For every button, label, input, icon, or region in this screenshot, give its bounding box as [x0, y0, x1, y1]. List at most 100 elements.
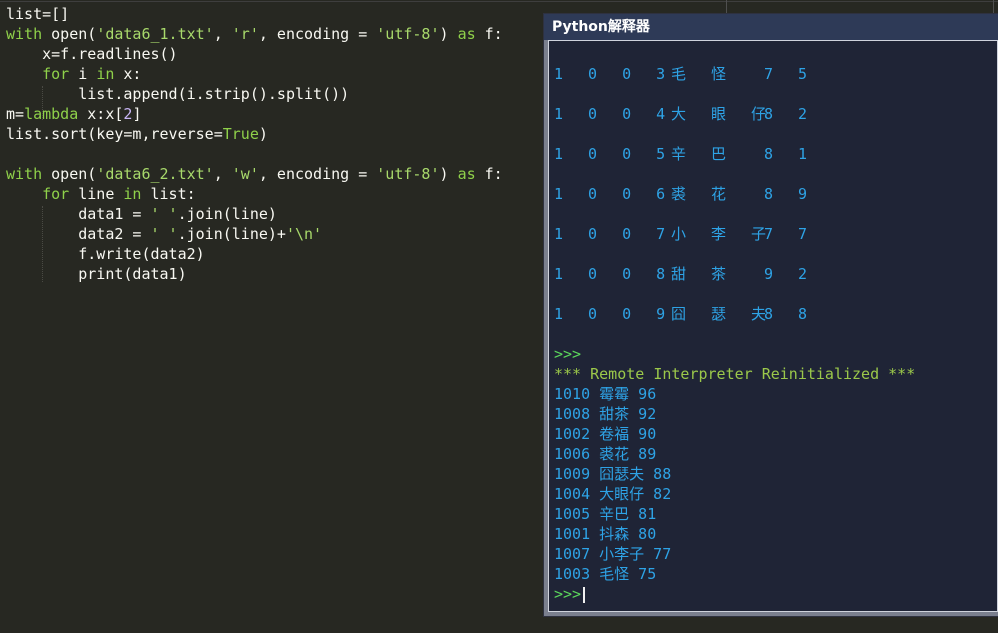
row-field: 8 8 — [764, 305, 816, 323]
row-field: 1 0 0 7 — [554, 225, 674, 243]
code-token: open( — [51, 165, 97, 183]
editor-divider-right — [993, 0, 994, 14]
spaced-output-row: 1 0 0 4大 眼 仔8 2 — [554, 104, 994, 124]
output-line: 1004 大眼仔 82 — [554, 485, 672, 503]
code-line[interactable]: x=f.readlines() — [6, 44, 178, 64]
code-line[interactable]: list.append(i.strip().split()) — [6, 84, 349, 104]
prompt-symbol: >>> — [554, 585, 582, 603]
code-token: ) — [439, 25, 458, 43]
code-line[interactable]: f.write(data2) — [6, 244, 205, 264]
output-line: 1001 抖森 80 — [554, 525, 657, 543]
code-token: x=f.readlines() — [6, 45, 178, 63]
code-token: as — [457, 25, 485, 43]
row-field: 甜 茶 — [671, 265, 735, 283]
spaced-output-row: 1 0 0 9囧 瑟 夫8 8 — [554, 304, 994, 324]
code-token: .join(line) — [177, 205, 277, 223]
code-line[interactable]: m=lambda x:x[2] — [6, 104, 141, 124]
code-token: 'r' — [231, 25, 259, 43]
input-prompt[interactable]: >>> — [554, 584, 586, 604]
code-token: , encoding = — [258, 165, 377, 183]
reinit-message: *** Remote Interpreter Reinitialized *** — [554, 365, 916, 383]
output-line: 1009 囧瑟夫 88 — [554, 465, 672, 483]
code-token: with — [6, 165, 52, 183]
code-token: in — [123, 185, 151, 203]
code-token: f.write(data2) — [6, 245, 205, 263]
window-title[interactable]: Python解释器 — [544, 14, 998, 40]
python-interpreter-window[interactable]: Python解释器 1 0 0 3毛 怪7 51 0 0 4大 眼 仔8 21 … — [544, 14, 998, 616]
text-cursor — [583, 586, 586, 603]
code-token: list=[] — [6, 5, 70, 23]
row-field: 1 0 0 8 — [554, 265, 674, 283]
code-line[interactable]: list=[] — [6, 4, 69, 24]
row-field: 裘 花 — [671, 185, 735, 203]
code-line[interactable]: with open('data6_1.txt', 'r', encoding =… — [6, 24, 503, 44]
code-line[interactable]: data1 = ' '.join(line) — [6, 204, 277, 224]
code-token: for — [42, 65, 79, 83]
code-token: i — [78, 65, 97, 83]
indent-guide — [42, 86, 43, 120]
row-field: 1 0 0 4 — [554, 105, 674, 123]
output-line: 1010 霉霉 96 — [554, 385, 657, 403]
code-line[interactable]: with open('data6_2.txt', 'w', encoding =… — [6, 164, 503, 184]
code-token: open( — [51, 25, 97, 43]
code-line[interactable]: for i in x: — [6, 64, 141, 84]
code-token: lambda — [24, 105, 88, 123]
code-token: x:x[ — [87, 105, 124, 123]
code-token: list: — [150, 185, 196, 203]
interpreter-console[interactable]: 1 0 0 3毛 怪 7 5 1 0 0 4大 眼 仔8 2 1 0 0 5辛 巴 8 … — [548, 40, 998, 612]
code-token: ' ' — [150, 205, 178, 223]
code-token: , — [213, 165, 232, 183]
spaced-output-row: 1 0 0 8甜 茶 9 2 — [554, 264, 994, 284]
code-token: m= — [6, 105, 25, 123]
code-line[interactable]: for line in list: — [6, 184, 196, 204]
row-field: 大 眼 仔 — [671, 105, 775, 123]
code-token: as — [457, 165, 485, 183]
code-token: , — [213, 25, 232, 43]
row-field: 1 0 0 3 — [554, 65, 674, 83]
code-token: in — [96, 65, 124, 83]
row-field: 8 9 — [764, 185, 816, 203]
prompt: >>> — [554, 345, 582, 363]
code-line[interactable]: data2 = ' '.join(line)+'\n' — [6, 224, 322, 244]
editor-top-rule — [0, 1, 998, 2]
code-token: data2 = — [6, 225, 151, 243]
code-token: .join(line)+ — [177, 225, 286, 243]
output-line: 1007 小李子 77 — [554, 545, 672, 563]
output-line: 1008 甜茶 92 — [554, 405, 657, 423]
code-token: list.sort(key=m,reverse= — [6, 125, 223, 143]
code-token: True — [222, 125, 259, 143]
code-token: 'data6_2.txt' — [96, 165, 214, 183]
row-field: 囧 瑟 夫 — [671, 305, 775, 323]
spaced-output-row: 1 0 0 5辛 巴 8 1 — [554, 144, 994, 164]
code-token: ' ' — [150, 225, 178, 243]
code-token: x: — [123, 65, 142, 83]
code-token: ) — [439, 165, 458, 183]
code-token: 'w' — [231, 165, 259, 183]
code-token: for — [42, 185, 79, 203]
row-field: 1 0 0 9 — [554, 305, 674, 323]
output-line: 1005 辛巴 81 — [554, 505, 657, 523]
row-field: 9 2 — [764, 265, 816, 283]
code-line[interactable]: print(data1) — [6, 264, 187, 284]
code-token: f: — [484, 165, 503, 183]
code-token: line — [78, 185, 124, 203]
code-token: 'data6_1.txt' — [96, 25, 214, 43]
code-token: data1 = — [6, 205, 151, 223]
output-line: 1002 卷福 90 — [554, 425, 657, 443]
indent-guide — [42, 206, 43, 282]
editor-divider — [726, 0, 727, 14]
code-line[interactable]: list.sort(key=m,reverse=True) — [6, 124, 268, 144]
code-token: with — [6, 25, 52, 43]
code-token: 'utf-8' — [376, 25, 440, 43]
row-field: 7 7 — [764, 225, 816, 243]
code-token: '\n' — [285, 225, 323, 243]
spaced-output-row: 1 0 0 7小 李 子7 7 — [554, 224, 994, 244]
code-token: ] — [132, 105, 142, 123]
row-field: 8 2 — [764, 105, 816, 123]
code-token: list.append(i.strip().split()) — [6, 85, 350, 103]
spaced-output-row: 1 0 0 6裘 花 8 9 — [554, 184, 994, 204]
code-token: print(data1) — [6, 265, 187, 283]
output-line: 1003 毛怪 75 — [554, 565, 657, 583]
